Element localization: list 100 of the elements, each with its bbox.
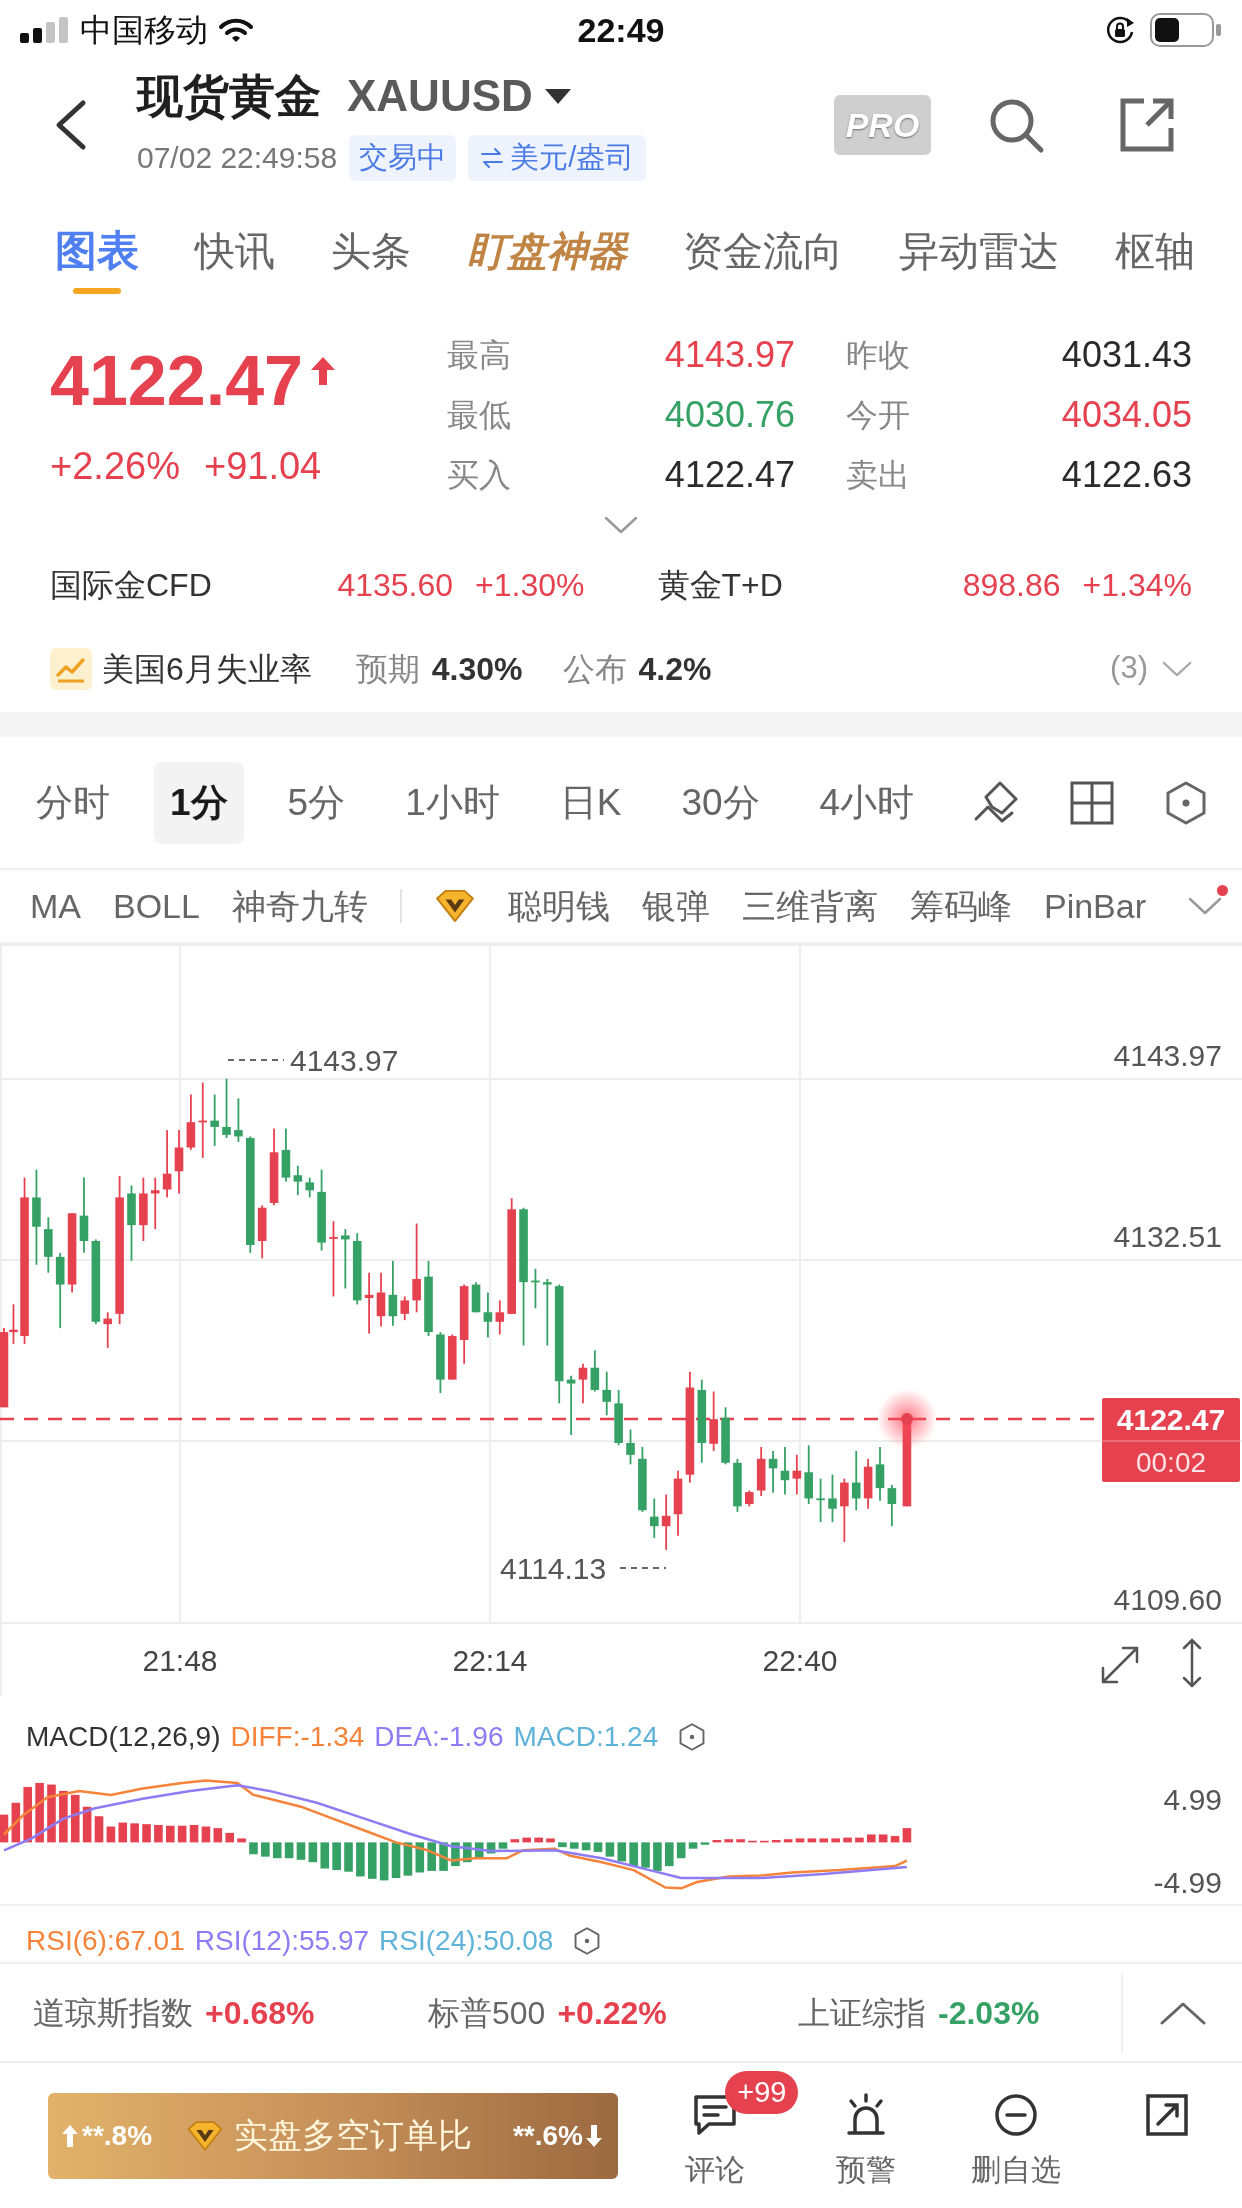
battery-icon [1150, 13, 1222, 47]
macd-histogram-bar [249, 1842, 258, 1855]
settings-icon[interactable] [678, 1722, 707, 1751]
macd-histogram-bar [653, 1842, 662, 1871]
macd-histogram-bar [771, 1840, 781, 1843]
indicator-option[interactable]: PinBar [1043, 880, 1146, 932]
tab[interactable]: 图表 [55, 228, 139, 294]
status-time: 22:49 [577, 10, 665, 50]
high-marker-leader [227, 1059, 285, 1061]
macd-histogram-bar [344, 1842, 353, 1872]
macd-histogram-bar [641, 1842, 650, 1868]
stat-label: 昨收 [846, 336, 910, 375]
chevron-up-icon[interactable] [1159, 2000, 1206, 2025]
down-arrow-icon [586, 2124, 602, 2147]
macd-histogram-bar [819, 1838, 829, 1843]
macd-histogram-bar [0, 1814, 9, 1843]
actual-value: 4.2% [638, 649, 712, 689]
macd-histogram-bar [665, 1842, 674, 1867]
macd-histogram-bar [189, 1824, 199, 1843]
quote-timestamp: 07/02 22:49:58 [137, 140, 338, 176]
event-title: 美国6月失业率 [102, 649, 312, 689]
tab[interactable]: 异动雷达 [899, 228, 1059, 274]
indicator-option[interactable]: BOLL [113, 880, 200, 932]
period-tab[interactable]: 5分 [287, 780, 346, 825]
price-axis-label: 4132.51 [1113, 1220, 1222, 1253]
period-tab[interactable]: 分时 [36, 780, 110, 825]
tab[interactable]: 快讯 [195, 228, 275, 274]
macd-histogram-bar [320, 1842, 330, 1869]
indicator-option[interactable]: 银弹 [641, 880, 710, 932]
macd-histogram-bar [391, 1842, 401, 1878]
stat-label: 最高 [447, 336, 511, 375]
instrument-title: 现货黄金 [137, 69, 321, 123]
gem-icon [433, 889, 476, 923]
index-name: 标普500 [428, 1993, 546, 2033]
period-tab[interactable]: 4小时 [819, 780, 915, 825]
macd-histogram-bar [486, 1842, 496, 1854]
indicator-option[interactable]: MA [30, 880, 81, 932]
macd-histogram-bar [617, 1842, 627, 1862]
market-change: +1.34% [1082, 566, 1192, 605]
expand-icon[interactable] [1101, 1646, 1139, 1684]
remove-watchlist-button[interactable]: 删自选 [971, 2092, 1062, 2188]
time-axis-label: 22:14 [452, 1644, 528, 1677]
macd-histogram-bar [498, 1842, 508, 1849]
tab[interactable]: 头条 [331, 228, 411, 274]
period-tab[interactable]: 30分 [681, 780, 760, 825]
signal-icon [20, 17, 70, 43]
last-price-glow-marker [877, 1389, 937, 1449]
settings-icon[interactable] [1164, 780, 1208, 825]
stat-value: 4031.43 [1061, 333, 1192, 377]
macd-histogram-bar [546, 1838, 555, 1843]
period-tab[interactable]: 1分 [154, 761, 244, 844]
minus-circle-icon [993, 2092, 1040, 2138]
expected-value: 4.30% [431, 649, 523, 689]
settings-icon[interactable] [573, 1927, 602, 1955]
macd-histogram-bar [237, 1838, 246, 1843]
macd-histogram-bar [558, 1842, 567, 1848]
macd-histogram-bar [106, 1826, 116, 1843]
market-name: 黄金T+D [657, 566, 783, 605]
stat-value: 4122.47 [664, 453, 795, 497]
indicator-option[interactable]: 聪明钱 [507, 880, 610, 932]
alert-button[interactable]: 预警 [835, 2092, 896, 2188]
share-icon[interactable] [1118, 96, 1176, 154]
macd-histogram-bar [59, 1790, 68, 1843]
macd-histogram-bar [807, 1838, 817, 1843]
macd-histogram-bar [308, 1842, 318, 1863]
macd-histogram-bar [890, 1836, 900, 1843]
macd-histogram-bar [213, 1828, 223, 1843]
last-price: 4122.47 [50, 341, 304, 422]
dropdown-caret-icon[interactable] [544, 88, 571, 104]
macd-histogram-bar [878, 1834, 888, 1843]
order-ratio-button[interactable]: **.8% 实盘多空订单比 **.6% [48, 2092, 618, 2179]
stat-value: 4034.05 [1061, 393, 1192, 437]
period-tab[interactable]: 日K [559, 780, 622, 825]
tab[interactable]: 资金流向 [683, 228, 843, 274]
grid-icon[interactable] [1070, 780, 1114, 825]
event-count: (3) [1110, 649, 1148, 688]
indicator-option[interactable]: 神奇九转 [231, 880, 368, 932]
macd-histogram-bar [154, 1824, 163, 1843]
low-price-label: 4114.13 [500, 1552, 607, 1585]
expected-label: 预期 [355, 649, 420, 689]
stat-label: 卖出 [846, 456, 910, 495]
chevron-down-icon[interactable] [1188, 897, 1222, 915]
stat-label: 买入 [447, 456, 511, 495]
market-price: 4135.60 [337, 566, 454, 605]
index-change: +0.68% [205, 1993, 315, 2033]
period-tab[interactable]: 1小时 [405, 780, 500, 825]
macd-histogram-bar [427, 1842, 436, 1871]
macd-histogram-bar [795, 1838, 805, 1843]
tab[interactable]: 枢轴 [1115, 228, 1195, 274]
market-change: +1.30% [475, 566, 585, 605]
share-icon[interactable] [1143, 2092, 1190, 2138]
chevron-down-icon[interactable] [604, 516, 638, 534]
indicator-option[interactable]: 三维背离 [741, 880, 878, 932]
short-ratio: **.6% [512, 2118, 583, 2153]
actual-label: 公布 [562, 649, 627, 689]
low-marker-leader [619, 1567, 667, 1569]
indicator-option[interactable]: 筹码峰 [909, 880, 1012, 932]
vertical-resize-icon[interactable] [1182, 1638, 1202, 1688]
unit-toggle[interactable]: 美元/盎司 [468, 135, 647, 181]
macd-histogram-bar [843, 1837, 852, 1843]
